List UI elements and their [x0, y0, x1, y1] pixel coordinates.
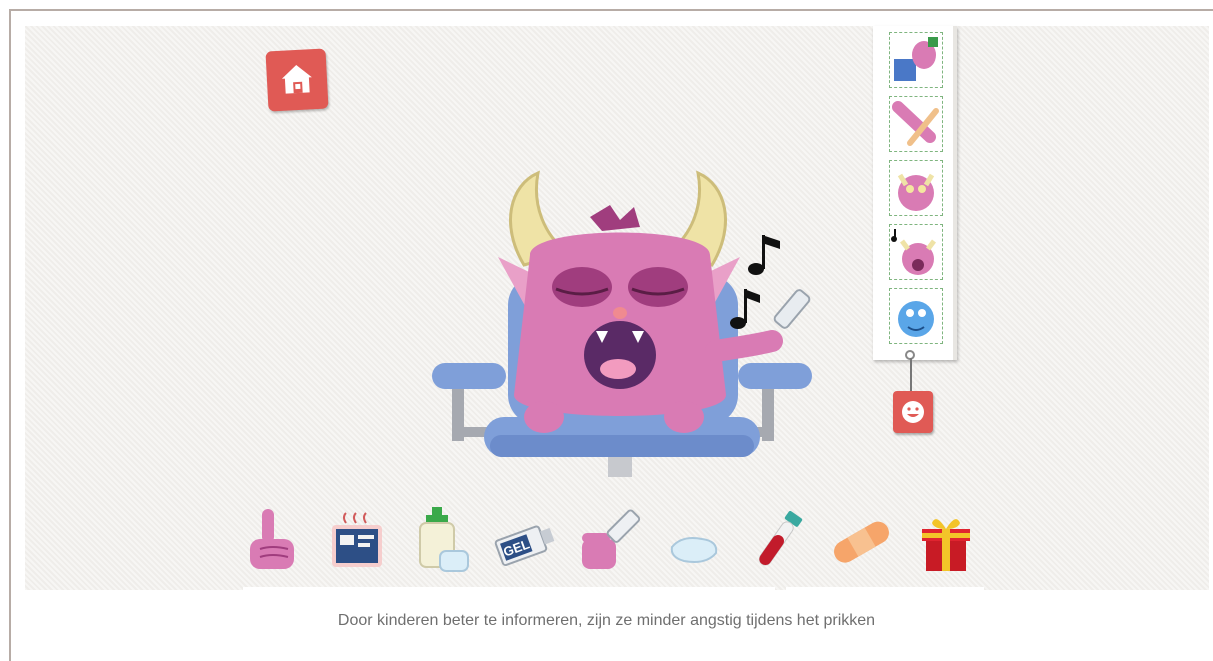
chair-right-armrest: [738, 363, 812, 389]
monster-hair: [590, 205, 640, 231]
left-eye: [552, 267, 612, 307]
monster-on-chair-thumbnail: [894, 37, 938, 81]
monster-arm: [705, 330, 783, 362]
monster-nose: [613, 307, 627, 319]
gel-tube-in-hand: [773, 289, 811, 329]
gel-tube-icon: GEL: [494, 525, 555, 567]
blood-tube-icon: [758, 510, 803, 566]
scene-bottom-line-left: [243, 587, 775, 590]
tool-gel[interactable]: GEL: [494, 505, 558, 577]
smiley-icon: [902, 401, 924, 423]
bandage-icon: [834, 521, 889, 563]
gift-icon: [922, 519, 970, 571]
strip-cord: [910, 358, 912, 392]
book-icon: [332, 512, 382, 567]
monster-arm-thumbnail: [892, 101, 939, 146]
thumbnail-4[interactable]: [889, 224, 943, 280]
tool-bar: GEL: [240, 505, 990, 585]
thumbnail-2[interactable]: [889, 96, 943, 152]
hand-with-tube-icon: [582, 509, 641, 569]
tool-book[interactable]: [326, 505, 390, 577]
thumbnail-3[interactable]: [889, 160, 943, 216]
disinfectant-bottle-icon: [419, 507, 469, 572]
right-eye: [628, 267, 688, 307]
thumbnail-5[interactable]: [889, 288, 943, 344]
cotton-pad-icon: [670, 537, 718, 563]
emoji-button[interactable]: [893, 391, 933, 433]
chair-left-armrest: [432, 363, 506, 389]
tool-pointing-hand[interactable]: [242, 505, 306, 577]
monster-face-thumbnail: [897, 173, 935, 211]
monster-character[interactable]: [420, 165, 840, 485]
tool-cotton-pad[interactable]: [662, 505, 726, 577]
image-caption: Door kinderen beter te informeren, zijn …: [337, 612, 876, 629]
tool-gift[interactable]: [914, 505, 978, 577]
chair-post: [608, 455, 632, 477]
pointing-hand-icon: [250, 509, 294, 569]
tool-blood-tube[interactable]: [746, 505, 810, 577]
blue-monster-thumbnail: [898, 301, 934, 337]
home-button[interactable]: [265, 48, 329, 112]
tool-hand-with-tube[interactable]: [578, 505, 642, 577]
monster-right-foot: [664, 401, 704, 433]
scene-bottom-line-right: [786, 587, 984, 590]
thumbnail-1[interactable]: [889, 32, 943, 88]
tool-bandage[interactable]: [830, 505, 894, 577]
tool-disinfectant[interactable]: [410, 505, 474, 577]
monster-left-foot: [524, 401, 564, 433]
home-icon: [281, 65, 312, 94]
monster-singing-thumbnail: [891, 229, 936, 275]
story-strip: [873, 26, 957, 360]
